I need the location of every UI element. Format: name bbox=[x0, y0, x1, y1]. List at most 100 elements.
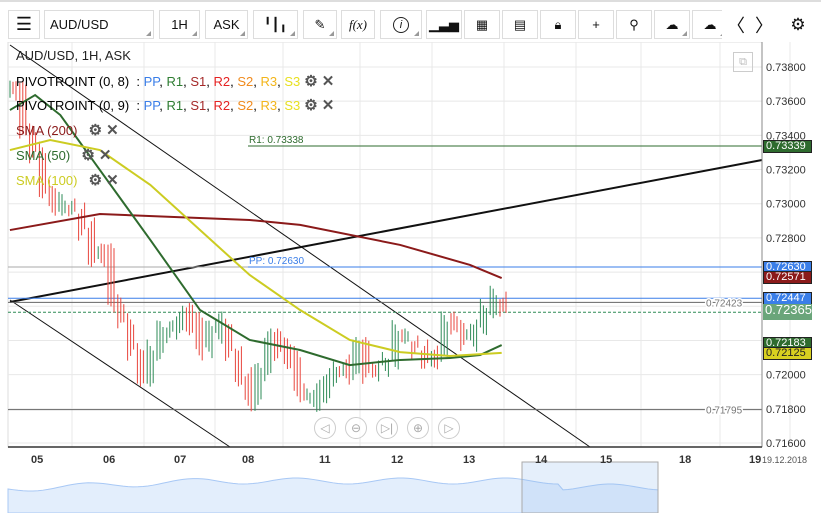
pivot-part: R3 bbox=[260, 98, 278, 113]
pivot-part: S3 bbox=[284, 98, 301, 113]
symbol-value: AUD/USD bbox=[50, 17, 109, 32]
comma: , bbox=[159, 74, 167, 89]
sma-legend: SMA (100) ⚙ ✕ bbox=[16, 171, 119, 189]
pivot-name: PIVOTROINT (0, 8) bbox=[16, 74, 130, 89]
scroll-left-icon: ◁ bbox=[320, 421, 330, 435]
gear-icon[interactable]: ⚙ bbox=[89, 172, 102, 189]
function-icon: f(x) bbox=[348, 16, 368, 32]
zoom-search-button[interactable]: ⚲ bbox=[616, 10, 652, 39]
calendar-icon: ▦ bbox=[475, 16, 489, 32]
interval-select[interactable]: 1H bbox=[159, 10, 200, 39]
y-tick-label: 0.73800 bbox=[766, 62, 806, 74]
zoom-in-icon: ⊕ bbox=[412, 421, 424, 435]
close-icon[interactable]: ✕ bbox=[106, 122, 119, 139]
draw-button[interactable]: ✎ bbox=[303, 10, 337, 39]
price-label: 0.72365 bbox=[763, 303, 812, 321]
navigator[interactable] bbox=[7, 461, 821, 513]
interval-value: 1H bbox=[171, 17, 188, 32]
sma-name: SMA (50) bbox=[16, 148, 71, 163]
go-to-end-button[interactable]: ▷| bbox=[376, 417, 398, 439]
chart-title: AUD/USD, 1H, ASK bbox=[16, 48, 131, 63]
y-tick-label: 0.71600 bbox=[766, 438, 806, 450]
x-tick-label: 11 bbox=[319, 454, 331, 466]
lock-icon: 🔒︎ bbox=[554, 16, 562, 32]
candles-icon: ╹┃╻ bbox=[263, 16, 288, 32]
y-tick-label: 0.73600 bbox=[766, 96, 806, 108]
crosshair-button[interactable]: + bbox=[578, 10, 614, 39]
upload-button[interactable]: ☁ bbox=[654, 10, 690, 39]
close-icon[interactable]: ✕ bbox=[106, 172, 119, 189]
price-label: 0.72571 bbox=[763, 271, 812, 285]
gear-icon[interactable]: ⚙ bbox=[81, 147, 94, 164]
close-icon[interactable]: ✕ bbox=[99, 147, 112, 164]
report-button[interactable]: ▤ bbox=[502, 10, 538, 39]
comma: , bbox=[206, 74, 214, 89]
x-end-label: 19.12.2018 bbox=[762, 455, 807, 465]
price-type-select[interactable]: ASK bbox=[205, 10, 248, 39]
chevron-right-icon: 〉 bbox=[755, 15, 773, 36]
comma: , bbox=[253, 98, 261, 113]
zoom-out-icon: ⊖ bbox=[350, 421, 362, 435]
chart-type-button[interactable]: ╹┃╻ bbox=[253, 10, 298, 39]
price-type-value: ASK bbox=[213, 17, 240, 32]
r1-label: R1: 0.73338 bbox=[249, 135, 304, 146]
pivot-part: R2 bbox=[213, 98, 231, 113]
x-tick-label: 08 bbox=[242, 454, 254, 466]
zoom-out-button[interactable]: ⊖ bbox=[345, 417, 367, 439]
pivot-part: R1 bbox=[166, 74, 184, 89]
toolbar: ☰ AUD/USD 1H ASK ╹┃╻ ✎ f(x) i ▁▃▅ ▦ ▤ 🔒︎… bbox=[0, 0, 821, 42]
y-tick-label: 0.71800 bbox=[766, 404, 806, 416]
info-icon: i bbox=[393, 16, 409, 33]
separator: : bbox=[129, 74, 144, 89]
next-button[interactable]: 〉 bbox=[750, 10, 778, 39]
pivot-part: R2 bbox=[213, 74, 231, 89]
volume-button[interactable]: ▁▃▅ bbox=[426, 10, 462, 39]
pivot-legend: PIVOTROINT (0, 8) : PP, R1, S1, R2, S2, … bbox=[16, 72, 334, 90]
indicators-button[interactable]: f(x) bbox=[341, 10, 375, 39]
pivot-legend: PIVOTROINT (0, 9) : PP, R1, S1, R2, S2, … bbox=[16, 96, 334, 114]
lock-button[interactable]: 🔒︎ bbox=[540, 10, 576, 39]
x-tick-label: 06 bbox=[103, 454, 115, 466]
close-icon[interactable]: ✕ bbox=[322, 73, 335, 90]
pivot-part: S3 bbox=[284, 74, 301, 89]
sma-name: SMA (100) bbox=[16, 173, 78, 188]
zoom-in-button[interactable]: ⊕ bbox=[407, 417, 429, 439]
x-tick-label: 13 bbox=[463, 454, 475, 466]
comma: , bbox=[253, 74, 261, 89]
pp-label: PP: 0.72630 bbox=[249, 256, 304, 267]
gear-icon[interactable]: ⚙ bbox=[304, 97, 317, 114]
symbol-select[interactable]: AUD/USD bbox=[44, 10, 154, 39]
pencil-icon: ✎ bbox=[314, 16, 326, 32]
menu-button[interactable]: ☰ bbox=[8, 10, 40, 39]
pivot-name: PIVOTROINT (0, 9) bbox=[16, 98, 130, 113]
info-button[interactable]: i bbox=[380, 10, 422, 39]
crosshair-icon: + bbox=[592, 17, 600, 32]
gear-icon[interactable]: ⚙ bbox=[304, 73, 317, 90]
popout-icon[interactable]: ⧉ bbox=[733, 52, 753, 72]
pivot-part: S1 bbox=[190, 74, 207, 89]
y-tick-label: 0.73200 bbox=[766, 165, 806, 177]
sma-legend: SMA (200) ⚙ ✕ bbox=[16, 121, 119, 139]
y-tick-label: 0.72800 bbox=[766, 233, 806, 245]
gear-icon: ⚙ bbox=[790, 14, 806, 34]
sma-name: SMA (200) bbox=[16, 123, 78, 138]
prev-button[interactable]: 〈 bbox=[722, 10, 750, 39]
report-icon: ▤ bbox=[513, 16, 527, 32]
pivot-part: R3 bbox=[260, 74, 278, 89]
pivot-part: PP bbox=[143, 98, 160, 113]
x-tick-label: 15 bbox=[600, 454, 612, 466]
scroll-left-button[interactable]: ◁ bbox=[314, 417, 336, 439]
gear-icon[interactable]: ⚙ bbox=[89, 122, 102, 139]
x-tick-label: 14 bbox=[535, 454, 548, 466]
y-tick-label: 0.72000 bbox=[766, 370, 806, 382]
settings-button[interactable]: ⚙ bbox=[784, 10, 812, 39]
y-tick-label: 0.73000 bbox=[766, 199, 806, 211]
price-label: 0.73339 bbox=[763, 139, 812, 153]
measure-label: 0.71795 bbox=[706, 406, 743, 417]
x-tick-label: 05 bbox=[31, 454, 43, 466]
scroll-right-button[interactable]: ▷ bbox=[438, 417, 460, 439]
close-icon[interactable]: ✕ bbox=[322, 97, 335, 114]
calendar-button[interactable]: ▦ bbox=[464, 10, 500, 39]
pivot-part: R1 bbox=[166, 98, 184, 113]
chevron-left-icon: 〈 bbox=[727, 15, 745, 36]
